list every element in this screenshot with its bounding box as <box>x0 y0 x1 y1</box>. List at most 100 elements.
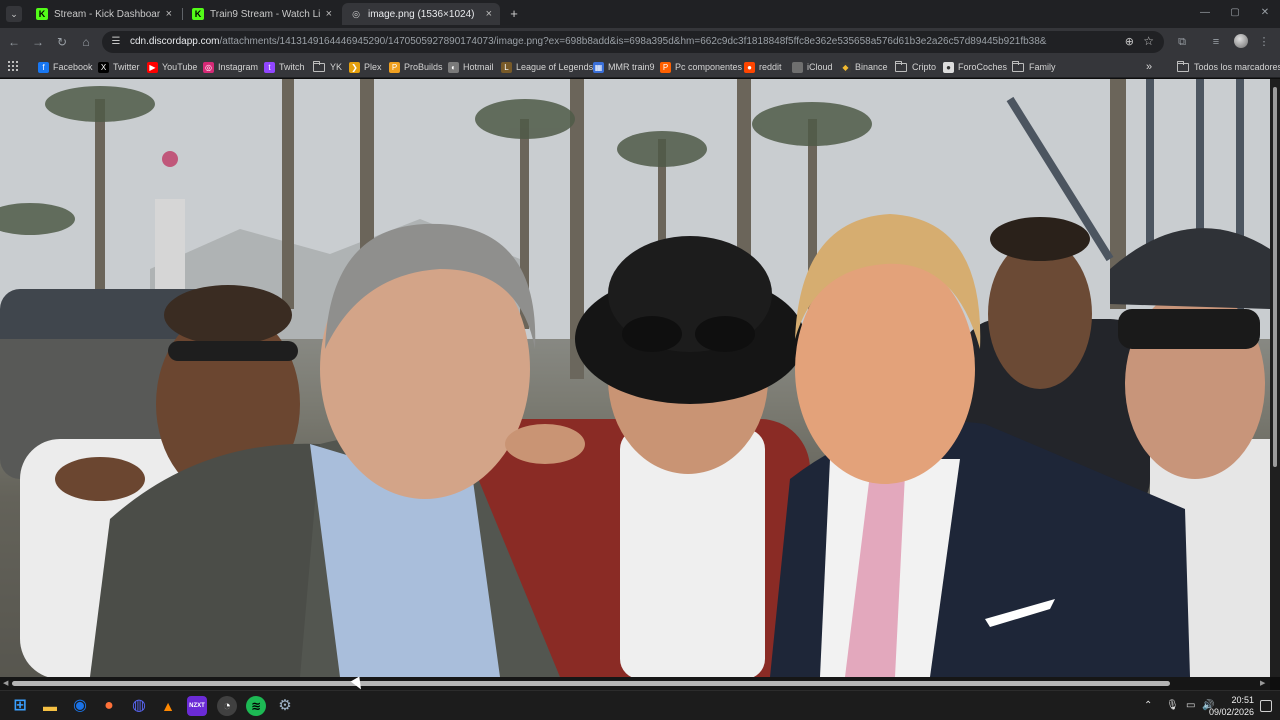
profile-avatar[interactable] <box>1234 34 1248 48</box>
bookmark-label: Twitch <box>279 62 305 72</box>
folder-icon <box>895 60 907 72</box>
bookmark-probuilds[interactable]: P ProBuilds <box>389 60 443 74</box>
close-icon[interactable]: × <box>166 8 172 20</box>
microphone-icon[interactable]: 🎙 <box>1166 699 1179 713</box>
tray-overflow-icon[interactable]: ⌃ <box>1144 699 1152 713</box>
settings-icon[interactable]: ⚙ <box>275 696 295 716</box>
system-clock[interactable]: 20:51 09/02/2026 <box>1209 694 1254 718</box>
bookmark-folder-yk[interactable]: YK <box>313 60 342 74</box>
bookmark-label: MMR train9 <box>608 62 655 72</box>
url-text[interactable]: cdn.discordapp.com/attachments/141314916… <box>130 36 1046 47</box>
firefox-icon[interactable]: ● <box>99 696 119 716</box>
tab-title: Stream - Kick Dashboard <box>54 8 160 20</box>
windows-taskbar: ⊞ ▬ ◉ ● ◍ ▲ NZXT ◔ ≋ ⚙ ⌃ 🎙 ▭ 🔊 20:51 09/… <box>0 690 1280 720</box>
scroll-left-icon[interactable]: ◀ <box>3 679 8 687</box>
network-icon[interactable]: ▭ <box>1186 699 1195 713</box>
chrome-icon[interactable]: ◉ <box>70 696 90 716</box>
bookmark-label: iCloud <box>807 62 833 72</box>
scroll-right-icon[interactable]: ▶ <box>1260 679 1265 687</box>
close-icon[interactable]: × <box>326 8 332 20</box>
bookmark-twitter[interactable]: X Twitter <box>98 60 140 74</box>
bookmark-hotmail[interactable]: ◐ Hotmail <box>448 60 494 74</box>
pccomponentes-icon: P <box>660 61 671 73</box>
displayed-photo[interactable] <box>0 79 1270 677</box>
bookmark-label: Plex <box>364 62 382 72</box>
bookmark-binance[interactable]: ◆ Binance <box>840 60 888 74</box>
bookmark-icloud[interactable]: iCloud <box>792 60 833 74</box>
all-bookmarks-folder[interactable]: Todos los marcadores <box>1177 60 1280 74</box>
globe-icon: ◎ <box>352 9 360 19</box>
windows-start-icon[interactable]: ⊞ <box>10 696 30 716</box>
bookmark-label: YK <box>330 62 343 72</box>
tab-search-button[interactable]: ⌄ <box>6 6 22 22</box>
reload-icon[interactable]: ↻ <box>54 34 70 50</box>
bookmark-facebook[interactable]: f Facebook <box>38 60 93 74</box>
tab-train9-stream[interactable]: K Train9 Stream - Watch Live on Kick × <box>184 3 340 25</box>
clock-time: 20:51 <box>1231 695 1254 705</box>
bookmark-pc-componentes[interactable]: P Pc componentes <box>660 60 742 74</box>
photo-illustration <box>0 79 1270 677</box>
maximize-icon[interactable]: ▢ <box>1228 6 1242 20</box>
bookmark-folder-family[interactable]: Family <box>1012 60 1056 74</box>
new-tab-button[interactable]: + <box>506 6 522 22</box>
bookmark-twitch[interactable]: t Twitch <box>264 60 305 74</box>
bookmark-label: Instagram <box>218 62 259 72</box>
site-info-icon[interactable]: ☰ <box>110 36 122 48</box>
bookmark-league-of-legends[interactable]: L League of Legends <box>501 60 593 74</box>
vertical-scrollbar[interactable] <box>1270 79 1280 677</box>
bookmark-youtube[interactable]: ▶ YouTube <box>147 60 197 74</box>
extensions-icon[interactable]: ⧉ <box>1174 34 1190 50</box>
bookmark-reddit[interactable]: ● reddit <box>744 60 782 74</box>
horizontal-scrollbar[interactable]: ◀ ▶ <box>0 677 1270 690</box>
bookmark-label: Todos los marcadores <box>1194 62 1280 72</box>
bookmark-mmr-train9[interactable]: ▦ MMR train9 <box>593 60 655 74</box>
probuilds-icon: P <box>389 61 400 73</box>
tab-title: image.png (1536×1024) <box>368 8 475 20</box>
tab-kick-dashboard[interactable]: K Stream - Kick Dashboard × <box>28 3 180 25</box>
tab-title: Train9 Stream - Watch Live on Kick <box>210 8 320 20</box>
tab-image-png[interactable]: ◎ image.png (1536×1024) × <box>342 3 500 25</box>
clock-date: 09/02/2026 <box>1208 707 1254 717</box>
bookmark-forocoches[interactable]: ● ForoCoches <box>943 60 1007 74</box>
minimize-icon[interactable]: — <box>1198 6 1212 20</box>
apps-grid-icon[interactable] <box>8 61 18 71</box>
hand-center <box>505 424 585 464</box>
back-icon[interactable]: ← <box>6 34 22 50</box>
discord-icon[interactable]: ◍ <box>129 696 149 716</box>
forocoches-icon: ● <box>943 61 954 73</box>
file-explorer-icon[interactable]: ▬ <box>40 696 60 716</box>
apple-icon <box>792 61 803 73</box>
home-icon[interactable]: ⌂ <box>78 34 94 50</box>
zoom-icon[interactable]: ⊕ <box>1125 35 1134 48</box>
vertical-scrollbar-thumb[interactable] <box>1273 87 1277 467</box>
tower-light <box>162 151 178 167</box>
vlc-icon[interactable]: ▲ <box>158 696 178 716</box>
binance-icon: ◆ <box>840 61 851 73</box>
bookmark-label: Family <box>1029 62 1056 72</box>
bookmark-label: Hotmail <box>463 62 494 72</box>
notifications-icon[interactable] <box>1260 700 1272 712</box>
menu-icon[interactable]: ⋮ <box>1256 34 1272 50</box>
bookmark-instagram[interactable]: ◎ Instagram <box>203 60 258 74</box>
url-host: cdn.discordapp.com <box>130 36 220 47</box>
spotify-icon[interactable]: ≋ <box>246 696 266 716</box>
obs-icon[interactable]: ◔ <box>217 696 237 716</box>
bookmarks-overflow-button[interactable]: » <box>1146 60 1152 74</box>
bookmark-label: Facebook <box>53 62 93 72</box>
window-close-icon[interactable]: ✕ <box>1258 6 1272 20</box>
bookmark-star-icon[interactable]: ☆ <box>1143 34 1154 48</box>
lol-icon: L <box>501 61 512 73</box>
forward-icon[interactable]: → <box>30 34 46 50</box>
bookmark-label: Twitter <box>113 62 140 72</box>
bookmark-folder-cripto[interactable]: Cripto <box>895 60 936 74</box>
media-controls-icon[interactable]: ≡ <box>1208 34 1224 50</box>
close-icon[interactable]: × <box>486 8 492 20</box>
horizontal-scrollbar-thumb[interactable] <box>12 681 1170 686</box>
bookmark-plex[interactable]: ❯ Plex <box>349 60 382 74</box>
address-bar[interactable]: ☰ cdn.discordapp.com/attachments/1413149… <box>102 31 1164 53</box>
mmr-icon: ▦ <box>593 61 604 73</box>
nzxt-icon[interactable]: NZXT <box>187 696 207 716</box>
tab-separator <box>182 8 183 20</box>
bookmark-label: Cripto <box>912 62 937 72</box>
bookmark-label: reddit <box>759 62 782 72</box>
